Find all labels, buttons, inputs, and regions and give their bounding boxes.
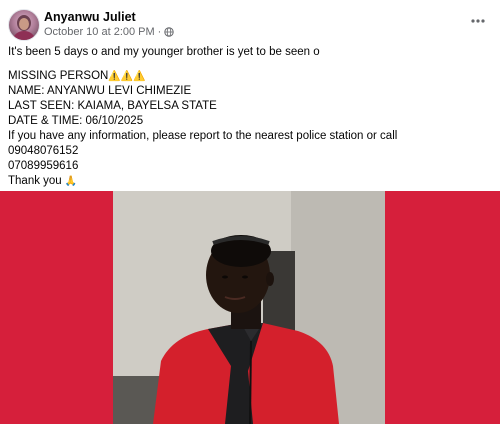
post-text: It's been 5 days o and my younger brothe… (8, 45, 492, 189)
post-timestamp[interactable]: October 10 at 2:00 PM (44, 26, 155, 38)
name-line: NAME: ANYANWU LEVI CHIMEZIE (8, 85, 192, 97)
more-options-button[interactable] (466, 11, 490, 31)
date-time-line: DATE & TIME: 06/10/2025 (8, 115, 144, 127)
post-media[interactable] (0, 191, 500, 424)
photo-illustration (113, 191, 385, 424)
post-intro: It's been 5 days o and my younger brothe… (8, 46, 320, 58)
avatar-image (13, 15, 35, 40)
thanks-label: Thank you (8, 175, 62, 187)
phone-number-2: 07089959616 (8, 160, 79, 172)
avatar[interactable] (8, 9, 40, 41)
author-name[interactable]: Anyanwu Juliet (44, 10, 136, 24)
more-horizontal-icon (471, 19, 485, 23)
phone-number-1: 09048076152 (8, 145, 79, 157)
missing-person-line: MISSING PERSON⚠️⚠️⚠️ (8, 69, 492, 84)
last-seen-line: LAST SEEN: KAIAMA, BAYELSA STATE (8, 100, 217, 112)
globe-icon (164, 27, 175, 37)
praying-hands-emoji: 🙏 (64, 176, 78, 187)
post-header: Anyanwu Juliet October 10 at 2:00 PM · (0, 0, 500, 44)
missing-person-photo[interactable] (113, 191, 385, 424)
post-meta: October 10 at 2:00 PM · (44, 26, 175, 38)
thanks-line: Thank you 🙏 (8, 174, 492, 189)
info-line: If you have any information, please repo… (8, 130, 398, 142)
meta-separator: · (157, 26, 162, 38)
missing-person-label: MISSING PERSON (8, 70, 109, 82)
warning-emoji: ⚠️⚠️⚠️ (108, 71, 146, 82)
